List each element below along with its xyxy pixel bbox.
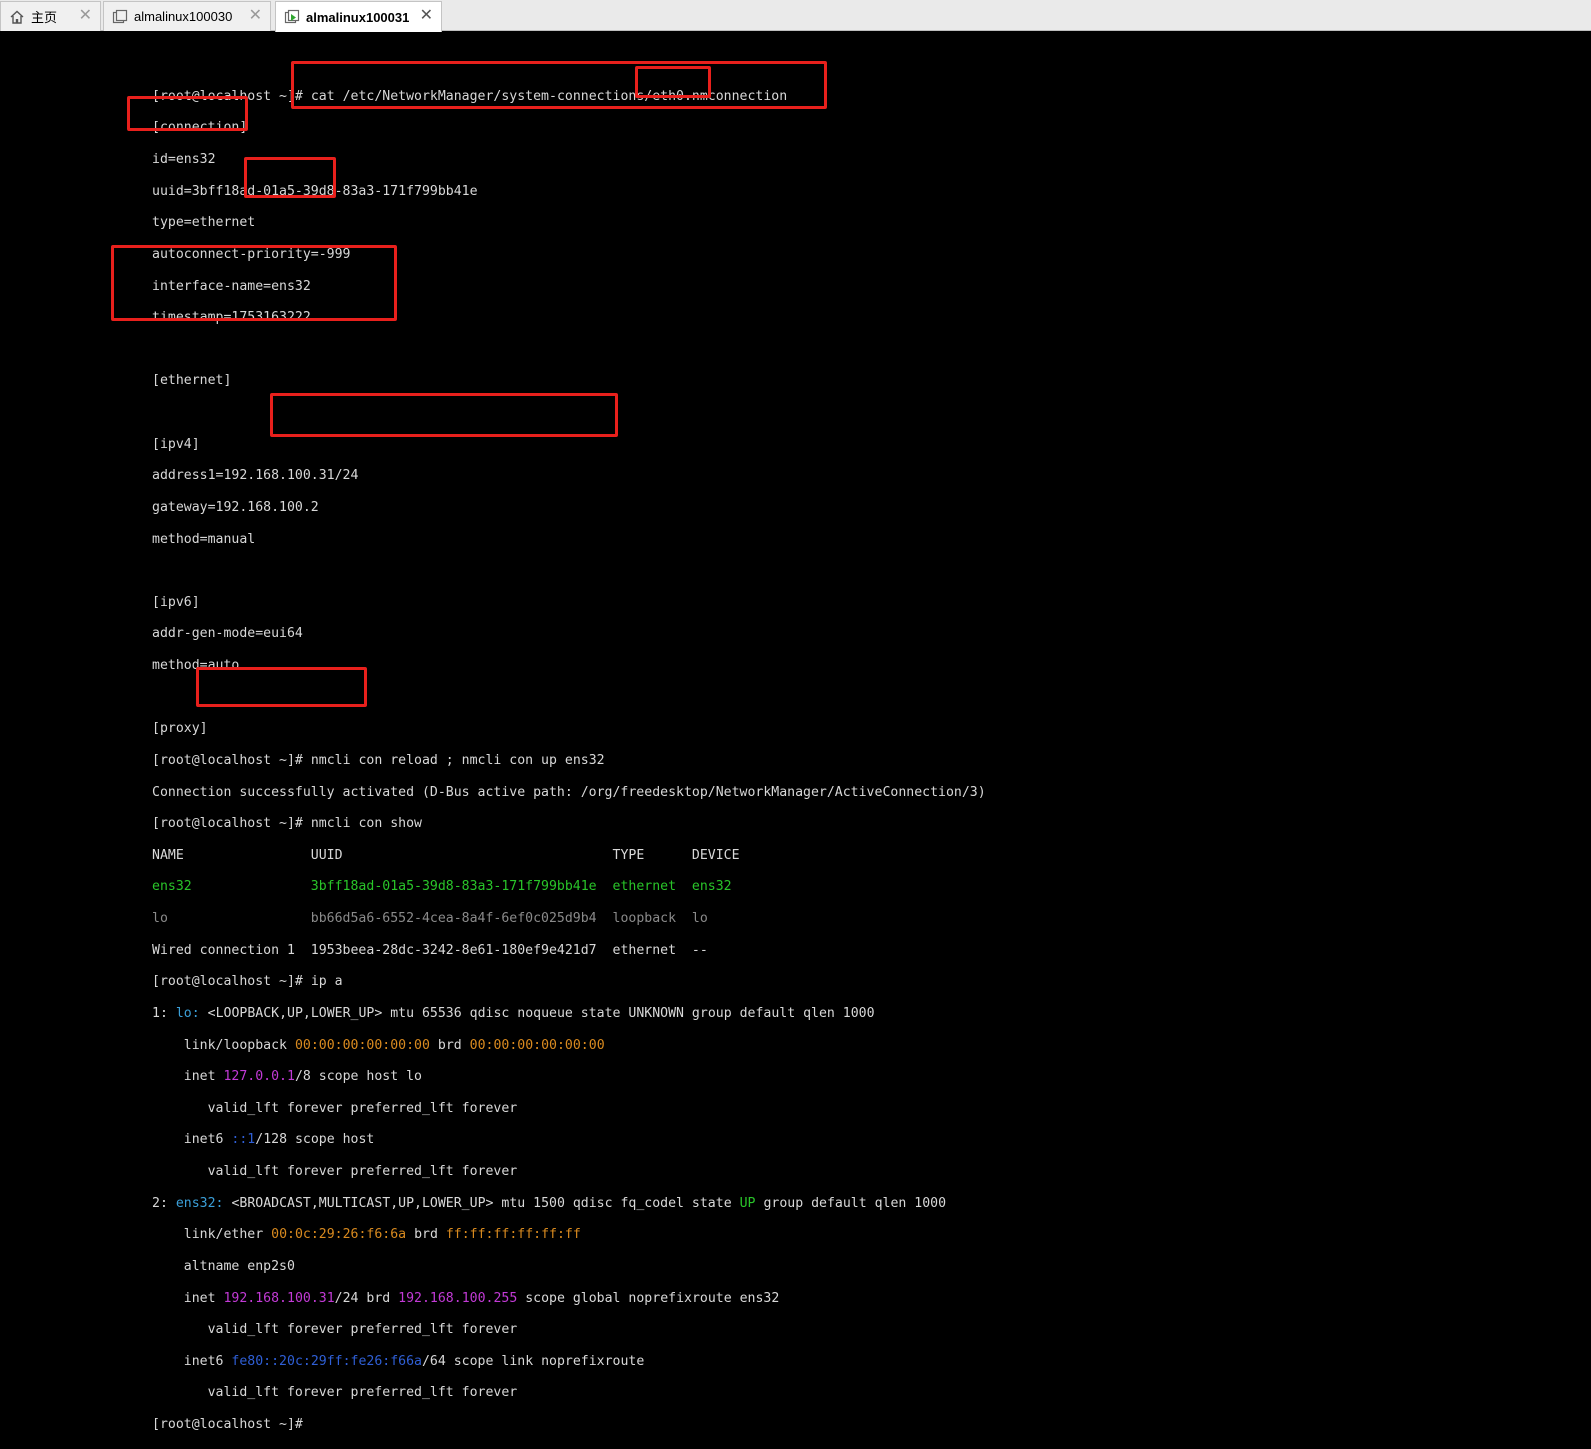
tab-label: 主页: [31, 10, 58, 25]
tab-label: almalinux100031: [306, 9, 410, 25]
terminal-line: address1=192.168.100.31/24: [152, 468, 359, 484]
terminal-line: inet6 fe80::20c:29ff:fe26:f66a/64 scope …: [183, 1353, 645, 1369]
annotation-box-ipv4: [111, 245, 397, 321]
terminal-line: [connection]: [152, 120, 248, 136]
vm-running-icon: [284, 9, 300, 25]
terminal-line: method=manual: [152, 531, 256, 547]
tab-almalinux100030[interactable]: almalinux100030 ✕: [103, 1, 271, 31]
terminal-line: [root@localhost ~]# ip a: [152, 974, 343, 990]
terminal-line: inet 192.168.100.31/24 brd 192.168.100.2…: [183, 1290, 780, 1306]
table-row: Wired connection 1 1953beea-28dc-3242-8e…: [152, 942, 708, 958]
terminal-line: valid_lft forever preferred_lft forever: [207, 1164, 518, 1180]
close-icon[interactable]: ✕: [249, 8, 262, 24]
terminal-line: Connection successfully activated (D-Bus…: [152, 784, 986, 800]
annotation-box-reload-command: [270, 393, 618, 437]
terminal-line: [proxy]: [152, 721, 208, 737]
table-row: ens32 3bff18ad-01a5-39d8-83a3-171f799bb4…: [152, 879, 732, 895]
tab-label: almalinux100030: [134, 9, 233, 24]
console-scrollbar[interactable]: [1568, 32, 1591, 841]
annotation-box-cat-command: [291, 61, 827, 109]
terminal-line: [root@localhost ~]# nmcli con show: [152, 816, 422, 832]
tab-bar: 主页 ✕ almalinux100030 ✕ almalinux100031 ✕: [0, 0, 1591, 32]
terminal-line: [ipv6]: [152, 594, 200, 610]
terminal-line: inet 127.0.0.1/8 scope host lo: [183, 1069, 422, 1085]
annotation-box-interface-name: [244, 157, 336, 198]
tab-almalinux100031[interactable]: almalinux100031 ✕: [275, 1, 442, 32]
close-icon[interactable]: ✕: [420, 8, 433, 24]
terminal-line: 2: ens32: <BROADCAST,MULTICAST,UP,LOWER_…: [152, 1195, 947, 1211]
terminal-line: gateway=192.168.100.2: [152, 499, 319, 515]
table-row: lo bb66d5a6-6552-4cea-8a4f-6ef0c025d9b4 …: [152, 911, 708, 927]
annotation-box-eth0-filename: [635, 66, 711, 98]
terminal-line: addr-gen-mode=eui64: [152, 626, 303, 642]
table-header: NAME UUID TYPE DEVICE: [152, 847, 740, 863]
terminal-line: 1: lo: <LOOPBACK,UP,LOWER_UP> mtu 65536 …: [152, 1005, 875, 1021]
terminal-line: valid_lft forever preferred_lft forever: [207, 1322, 518, 1338]
terminal-line: [ipv4]: [152, 436, 200, 452]
vm-icon: [112, 9, 128, 25]
terminal-line: type=ethernet: [152, 215, 256, 231]
terminal-line: valid_lft forever preferred_lft forever: [207, 1385, 518, 1401]
tab-home[interactable]: 主页 ✕: [0, 1, 101, 31]
terminal-line: [root@localhost ~]# nmcli con reload ; n…: [152, 752, 605, 768]
terminal-line: [ethernet]: [152, 373, 232, 389]
terminal-line: altname enp2s0: [183, 1258, 295, 1274]
annotation-box-inet-address: [196, 667, 367, 707]
home-icon: [9, 9, 25, 25]
terminal-line: inet6 ::1/128 scope host: [183, 1132, 375, 1148]
terminal-line: valid_lft forever preferred_lft forever: [207, 1100, 518, 1116]
terminal-line: link/ether 00:0c:29:26:f6:6a brd ff:ff:f…: [183, 1227, 581, 1243]
terminal-line: link/loopback 00:00:00:00:00:00 brd 00:0…: [183, 1037, 605, 1053]
terminal-line: [root@localhost ~]#: [152, 1417, 303, 1433]
close-icon[interactable]: ✕: [79, 8, 92, 24]
annotation-box-id: [127, 96, 248, 131]
